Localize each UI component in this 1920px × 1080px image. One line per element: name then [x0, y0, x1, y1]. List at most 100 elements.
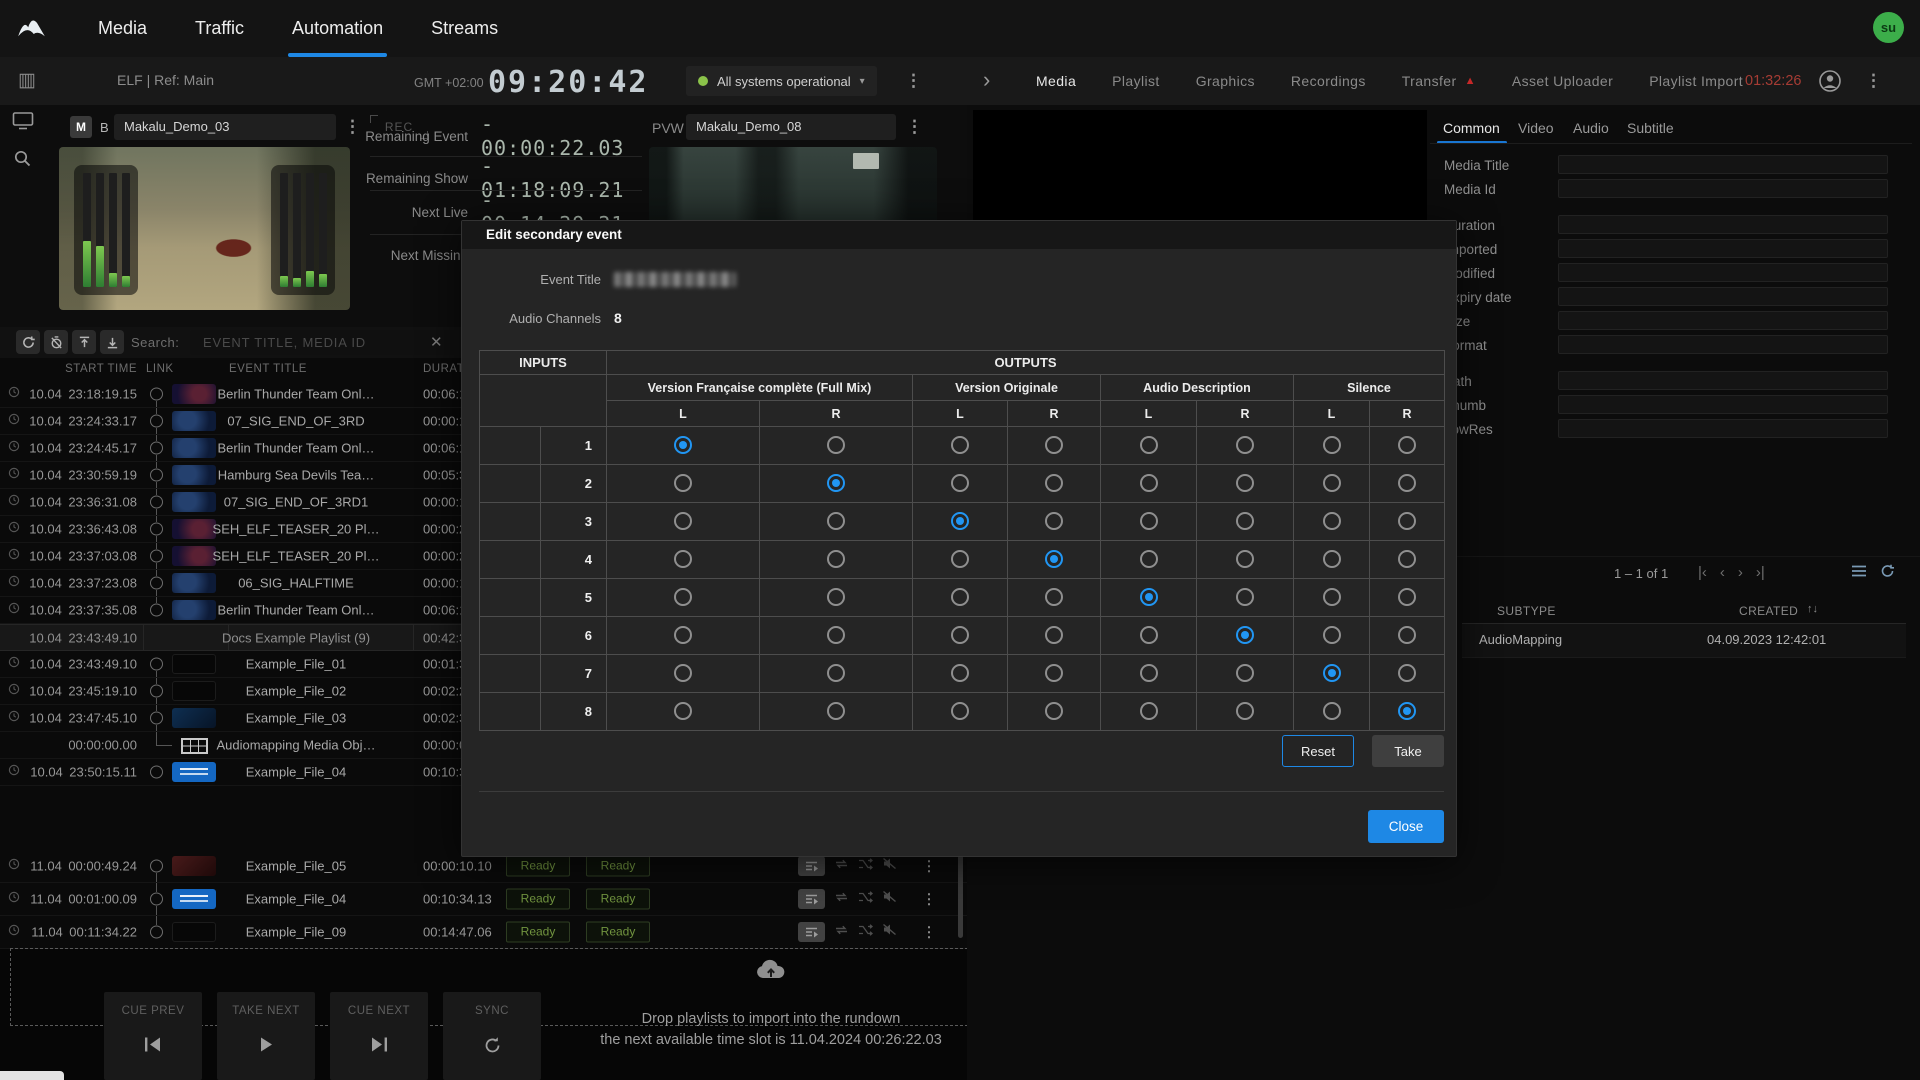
radio-in1-out1[interactable]	[674, 436, 692, 454]
mute-icon[interactable]	[882, 890, 897, 908]
radio-in3-out8[interactable]	[1398, 512, 1416, 530]
radio-in4-out1[interactable]	[674, 550, 692, 568]
radio-in2-out3[interactable]	[951, 474, 969, 492]
radio-in4-out6[interactable]	[1236, 550, 1254, 568]
radio-in8-out7[interactable]	[1323, 702, 1341, 720]
link-circle-icon[interactable]	[150, 658, 163, 671]
field-input-expiry-date[interactable]	[1558, 287, 1888, 306]
details-tab-subtitle[interactable]: Subtitle	[1627, 120, 1674, 136]
user-avatar[interactable]: su	[1873, 12, 1904, 43]
layout-grid-icon[interactable]: ▥	[18, 69, 36, 92]
link-circle-icon[interactable]	[150, 442, 163, 455]
radio-in7-out1[interactable]	[674, 664, 692, 682]
system-status-dropdown[interactable]: All systems operational ▾	[686, 66, 877, 96]
reset-button[interactable]: Reset	[1282, 735, 1354, 767]
field-input-path[interactable]	[1558, 371, 1888, 390]
playout-menu-icon[interactable]: ⋮	[905, 72, 922, 89]
playlist-icon[interactable]	[798, 889, 825, 909]
transport-cue-next-button[interactable]: CUE NEXT	[330, 992, 428, 1080]
radio-in8-out2[interactable]	[827, 702, 845, 720]
radio-in7-out4[interactable]	[1045, 664, 1063, 682]
media-tab-recordings[interactable]: Recordings	[1291, 73, 1366, 89]
radio-in3-out6[interactable]	[1236, 512, 1254, 530]
radio-in5-out8[interactable]	[1398, 588, 1416, 606]
media-tab-asset-uploader[interactable]: Asset Uploader	[1512, 73, 1613, 89]
pgm-menu-icon[interactable]: ⋮	[344, 118, 361, 135]
field-input-size[interactable]	[1558, 311, 1888, 330]
radio-in5-out2[interactable]	[827, 588, 845, 606]
pgm-video-preview[interactable]	[59, 147, 350, 310]
subtype-column-header[interactable]: SUBTYPE	[1497, 604, 1556, 618]
radio-in2-out8[interactable]	[1398, 474, 1416, 492]
radio-in7-out2[interactable]	[827, 664, 845, 682]
field-input-format[interactable]	[1558, 335, 1888, 354]
link-circle-icon[interactable]	[150, 415, 163, 428]
rundown-row[interactable]: 11.04 00:11:34.22Example_File_0900:14:47…	[0, 916, 967, 949]
nav-tab-media[interactable]: Media	[98, 0, 147, 57]
monitor-icon[interactable]	[12, 111, 34, 131]
radio-in5-out3[interactable]	[951, 588, 969, 606]
radio-in4-out3[interactable]	[951, 550, 969, 568]
media-tab-transfer[interactable]: Transfer▲	[1402, 73, 1476, 89]
radio-in1-out2[interactable]	[827, 436, 845, 454]
prev-page-button[interactable]: ‹	[1720, 564, 1725, 581]
link-circle-icon[interactable]	[150, 496, 163, 509]
shuffle-icon[interactable]	[858, 857, 873, 875]
collapse-panel-icon[interactable]: ›	[983, 67, 990, 93]
radio-in3-out3[interactable]	[951, 512, 969, 530]
radio-in6-out6[interactable]	[1236, 626, 1254, 644]
media-tab-media[interactable]: Media	[1036, 73, 1076, 89]
link-circle-icon[interactable]	[150, 577, 163, 590]
radio-in1-out8[interactable]	[1398, 436, 1416, 454]
details-tab-common[interactable]: Common	[1443, 120, 1500, 136]
sort-icon[interactable]: ↑↓	[1807, 603, 1818, 615]
shuffle-icon[interactable]	[858, 923, 873, 941]
pvw-media-name[interactable]: Makalu_Demo_08	[686, 114, 896, 140]
link-circle-icon[interactable]	[150, 685, 163, 698]
row-menu-icon[interactable]: ⋮	[922, 891, 936, 908]
field-input-lowres[interactable]	[1558, 419, 1888, 438]
loop-icon[interactable]	[834, 857, 849, 875]
user-icon[interactable]	[1818, 69, 1842, 93]
close-button[interactable]: Close	[1368, 810, 1444, 843]
field-input-media-title[interactable]	[1558, 155, 1888, 174]
media-tab-playlist[interactable]: Playlist	[1112, 73, 1160, 89]
link-circle-icon[interactable]	[150, 388, 163, 401]
reload-icon[interactable]	[1880, 564, 1895, 578]
radio-in5-out5[interactable]	[1140, 588, 1158, 606]
radio-in2-out6[interactable]	[1236, 474, 1254, 492]
radio-in8-out6[interactable]	[1236, 702, 1254, 720]
radio-in7-out7[interactable]	[1323, 664, 1341, 682]
pgm-media-name[interactable]: Makalu_Demo_03	[114, 114, 336, 140]
loop-icon[interactable]	[834, 923, 849, 941]
radio-in2-out7[interactable]	[1323, 474, 1341, 492]
radio-in5-out7[interactable]	[1323, 588, 1341, 606]
radio-in3-out7[interactable]	[1323, 512, 1341, 530]
link-circle-icon[interactable]	[150, 604, 163, 617]
link-circle-icon[interactable]	[150, 860, 163, 873]
radio-in4-out7[interactable]	[1323, 550, 1341, 568]
field-input-imported[interactable]	[1558, 239, 1888, 258]
radio-in8-out4[interactable]	[1045, 702, 1063, 720]
shuffle-icon[interactable]	[858, 890, 873, 908]
link-circle-icon[interactable]	[150, 893, 163, 906]
radio-in5-out4[interactable]	[1045, 588, 1063, 606]
link-circle-icon[interactable]	[150, 523, 163, 536]
radio-in6-out2[interactable]	[827, 626, 845, 644]
link-circle-icon[interactable]	[150, 712, 163, 725]
radio-in6-out7[interactable]	[1323, 626, 1341, 644]
radio-in3-out2[interactable]	[827, 512, 845, 530]
row-menu-icon[interactable]: ⋮	[922, 858, 936, 875]
scroll-to-bottom-button[interactable]	[100, 330, 124, 354]
search-input[interactable]: EVENT TITLE, MEDIA ID	[190, 330, 456, 355]
radio-in6-out1[interactable]	[674, 626, 692, 644]
timer-off-button[interactable]	[44, 330, 68, 354]
next-page-button[interactable]: ›	[1738, 564, 1743, 581]
radio-in2-out5[interactable]	[1140, 474, 1158, 492]
playlist-icon[interactable]	[798, 922, 825, 942]
radio-in6-out8[interactable]	[1398, 626, 1416, 644]
radio-in4-out8[interactable]	[1398, 550, 1416, 568]
row-menu-icon[interactable]: ⋮	[922, 924, 936, 941]
take-button[interactable]: Take	[1372, 735, 1444, 767]
radio-in8-out1[interactable]	[674, 702, 692, 720]
